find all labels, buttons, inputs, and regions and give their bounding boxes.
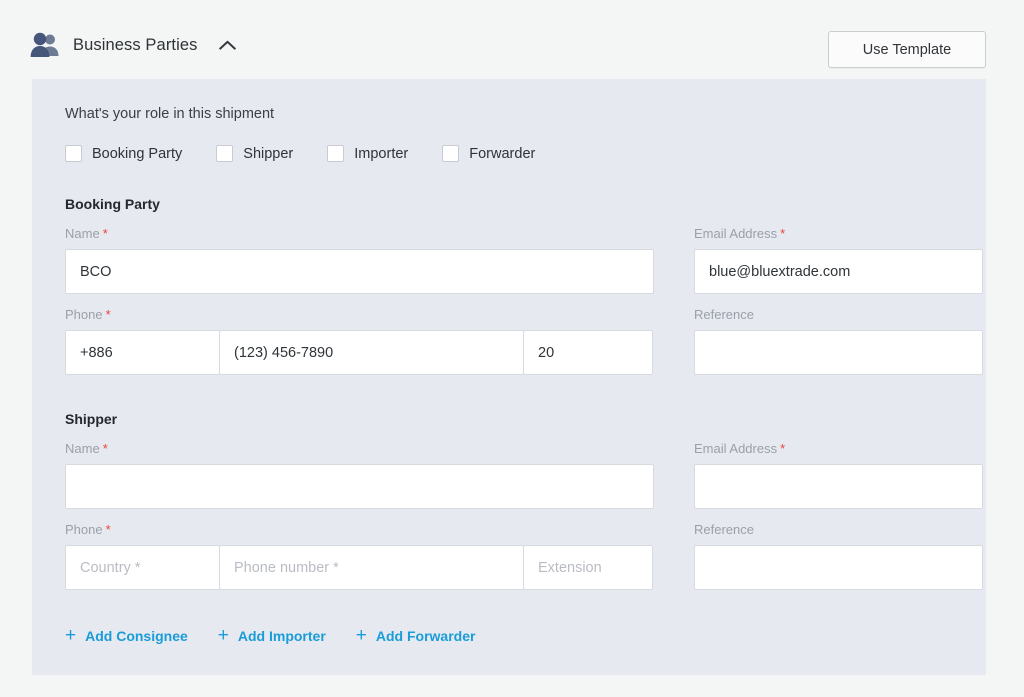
required-asterisk: * bbox=[780, 226, 785, 241]
add-party-actions: + Add Consignee + Add Importer + Add For… bbox=[65, 626, 505, 645]
chevron-up-icon[interactable] bbox=[216, 33, 240, 57]
checkbox-shipper[interactable]: Shipper bbox=[216, 145, 293, 162]
add-consignee-link[interactable]: + Add Consignee bbox=[65, 626, 188, 645]
use-template-button[interactable]: Use Template bbox=[828, 31, 986, 68]
checkbox-box[interactable] bbox=[442, 145, 459, 162]
role-checkbox-group: Booking Party Shipper Importer Forwarder bbox=[65, 145, 559, 162]
name-email-row: Name* Email Address* bbox=[65, 226, 953, 300]
phone-number-input[interactable] bbox=[219, 330, 524, 375]
email-input[interactable] bbox=[694, 464, 983, 509]
checkbox-forwarder[interactable]: Forwarder bbox=[442, 145, 535, 162]
phone-country-input[interactable] bbox=[65, 330, 220, 375]
phone-country-input[interactable] bbox=[65, 545, 220, 590]
phone-label: Phone* bbox=[65, 522, 654, 539]
phone-number-input[interactable] bbox=[219, 545, 524, 590]
party-block-booking-party: Booking Party Name* Email Address* Phone… bbox=[65, 196, 953, 381]
add-forwarder-label: Add Forwarder bbox=[376, 628, 476, 644]
email-input[interactable] bbox=[694, 249, 983, 294]
email-label: Email Address* bbox=[694, 441, 983, 458]
business-parties-panel: What's your role in this shipment Bookin… bbox=[32, 79, 986, 675]
phone-field-group: Phone* bbox=[65, 307, 654, 375]
plus-icon: + bbox=[356, 626, 367, 645]
name-input[interactable] bbox=[65, 249, 654, 294]
phone-label: Phone* bbox=[65, 307, 654, 324]
phone-reference-row: Phone* Reference bbox=[65, 307, 953, 381]
required-asterisk: * bbox=[780, 441, 785, 456]
checkbox-importer[interactable]: Importer bbox=[327, 145, 408, 162]
name-email-row: Name* Email Address* bbox=[65, 441, 953, 515]
reference-label: Reference bbox=[694, 307, 983, 324]
reference-field-group: Reference bbox=[694, 522, 983, 590]
checkbox-box[interactable] bbox=[65, 145, 82, 162]
reference-input[interactable] bbox=[694, 545, 983, 590]
email-field-group: Email Address* bbox=[694, 441, 983, 509]
name-label: Name* bbox=[65, 441, 654, 458]
name-label: Name* bbox=[65, 226, 654, 243]
checkbox-label: Shipper bbox=[243, 146, 293, 162]
party-title: Booking Party bbox=[65, 196, 953, 212]
checkbox-label: Forwarder bbox=[469, 146, 535, 162]
phone-extension-input[interactable] bbox=[523, 545, 653, 590]
checkbox-label: Booking Party bbox=[92, 146, 182, 162]
reference-field-group: Reference bbox=[694, 307, 983, 375]
page-title: Business Parties bbox=[73, 36, 198, 55]
add-importer-link[interactable]: + Add Importer bbox=[218, 626, 326, 645]
add-forwarder-link[interactable]: + Add Forwarder bbox=[356, 626, 476, 645]
plus-icon: + bbox=[65, 626, 76, 645]
section-header: Business Parties Use Template bbox=[0, 0, 1024, 79]
phone-field-group: Phone* bbox=[65, 522, 654, 590]
party-block-shipper: Shipper Name* Email Address* Phone* bbox=[65, 411, 953, 596]
checkbox-label: Importer bbox=[354, 146, 408, 162]
checkbox-booking-party[interactable]: Booking Party bbox=[65, 145, 182, 162]
phone-input-group bbox=[65, 330, 654, 375]
people-icon bbox=[30, 32, 60, 58]
plus-icon: + bbox=[218, 626, 229, 645]
checkbox-box[interactable] bbox=[216, 145, 233, 162]
party-title: Shipper bbox=[65, 411, 953, 427]
phone-input-group bbox=[65, 545, 654, 590]
section-header-left: Business Parties bbox=[30, 32, 240, 58]
required-asterisk: * bbox=[106, 522, 111, 537]
required-asterisk: * bbox=[103, 226, 108, 241]
checkbox-box[interactable] bbox=[327, 145, 344, 162]
email-field-group: Email Address* bbox=[694, 226, 983, 294]
required-asterisk: * bbox=[106, 307, 111, 322]
name-field-group: Name* bbox=[65, 441, 654, 509]
name-field-group: Name* bbox=[65, 226, 654, 294]
phone-reference-row: Phone* Reference bbox=[65, 522, 953, 596]
add-importer-label: Add Importer bbox=[238, 628, 326, 644]
reference-input[interactable] bbox=[694, 330, 983, 375]
name-input[interactable] bbox=[65, 464, 654, 509]
email-label: Email Address* bbox=[694, 226, 983, 243]
required-asterisk: * bbox=[103, 441, 108, 456]
role-question-label: What's your role in this shipment bbox=[65, 106, 274, 122]
add-consignee-label: Add Consignee bbox=[85, 628, 188, 644]
phone-extension-input[interactable] bbox=[523, 330, 653, 375]
reference-label: Reference bbox=[694, 522, 983, 539]
